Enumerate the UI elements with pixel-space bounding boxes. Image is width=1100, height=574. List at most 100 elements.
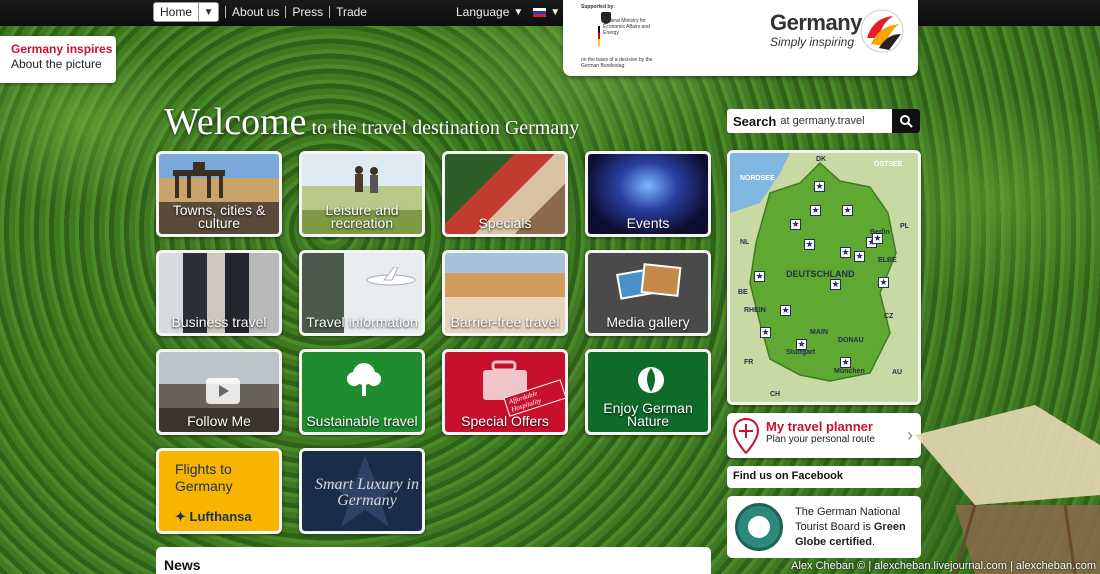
top-bar: Home ▼ About us Press Trade Language ▼ ▼ <box>0 0 1100 26</box>
map-star-icon[interactable]: ★ <box>840 357 851 368</box>
leaf-icon <box>638 367 664 393</box>
photo-stack-icon <box>616 263 682 300</box>
search-button[interactable] <box>892 109 920 133</box>
top-nav: Home ▼ About us Press Trade <box>153 2 373 22</box>
map-label: FR <box>744 359 754 366</box>
map-label: Stuttgart <box>786 349 816 356</box>
home-menu[interactable]: Home ▼ <box>153 2 220 22</box>
map-star-icon[interactable]: ★ <box>810 205 821 216</box>
map-label: AU <box>892 369 903 376</box>
map-label: München <box>834 368 865 375</box>
search-icon <box>900 115 913 128</box>
tile-sustainable-travel[interactable]: Sustainable travel <box>299 349 425 435</box>
smart-luxury-text: Smart Luxury in Germany <box>315 476 419 509</box>
home-link[interactable]: Home <box>154 5 198 19</box>
tile-barrier-free-travel[interactable]: Barrier-free travel <box>442 250 568 336</box>
tile-towns-cities-culture[interactable]: Towns, cities & culture <box>156 151 282 237</box>
map-label: DK <box>816 156 827 163</box>
map-star-icon[interactable]: ★ <box>760 327 771 338</box>
map-star-icon[interactable]: ★ <box>814 181 825 192</box>
welcome-big-text: Welcome <box>164 101 307 143</box>
lufthansa-logo: ✦ Lufthansa <box>175 509 252 525</box>
chevron-down-icon: ▼ <box>513 6 524 18</box>
search-bar[interactable]: Search at germany.travel <box>727 109 920 133</box>
map-label: BE <box>738 289 748 296</box>
tile-label: Media gallery <box>606 314 690 330</box>
map-star-icon[interactable]: ★ <box>804 239 815 250</box>
tile-label: Specials <box>478 215 532 231</box>
map-star-icon[interactable]: ★ <box>830 279 841 290</box>
tile-special-offers[interactable]: Affordable Hospitality Special Offers <box>442 349 568 435</box>
tile-enjoy-german-nature[interactable]: Enjoy German Nature <box>585 349 711 435</box>
language-label: Language <box>456 5 510 19</box>
tile-label: Enjoy German Nature <box>603 400 693 429</box>
map-star-icon[interactable]: ★ <box>790 219 801 230</box>
flights-to-germany-text: Flights to Germany <box>175 461 233 494</box>
tile-label: Business travel <box>171 314 267 330</box>
germany-map[interactable]: DK OSTSEE NORDSEE NL PL DEUTSCHLAND ELBE… <box>727 150 921 405</box>
about-us-link[interactable]: About us <box>225 6 285 18</box>
map-star-icon[interactable]: ★ <box>840 247 851 258</box>
play-video-icon[interactable] <box>206 378 240 404</box>
travel-planner-subtitle: Plan your personal route <box>766 434 875 445</box>
find-us-on-facebook[interactable]: Find us on Facebook <box>727 466 921 488</box>
green-globe-certified-badge-icon <box>735 503 783 551</box>
tree-icon <box>347 363 381 396</box>
press-link[interactable]: Press <box>285 6 329 18</box>
supported-by-text: Supported by: <box>581 4 615 10</box>
tile-media-gallery[interactable]: Media gallery <box>585 250 711 336</box>
tile-label: Barrier-free travel <box>450 314 560 330</box>
tile-smart-luxury[interactable]: Smart Luxury in Germany <box>299 448 425 534</box>
lufthansa-text: Lufthansa <box>189 509 252 524</box>
about-the-picture-link[interactable]: About the picture <box>11 57 116 71</box>
green-globe-panel[interactable]: The German National Tourist Board is Gre… <box>727 496 921 558</box>
map-star-icon[interactable]: ★ <box>854 251 865 262</box>
map-star-icon[interactable]: ★ <box>842 205 853 216</box>
map-label: NL <box>740 239 750 246</box>
welcome-small-text: to the travel destination Germany <box>306 117 580 139</box>
map-star-icon[interactable]: ★ <box>872 233 883 244</box>
supporter-panel: Supported by: Federal Ministry for Econo… <box>563 0 918 76</box>
tile-label: Towns, cities & culture <box>172 202 266 231</box>
bundestag-decision-text: on the basis of a decision by the German… <box>581 57 653 69</box>
green-globe-text: The German National Tourist Board is Gre… <box>795 505 917 550</box>
tile-follow-me[interactable]: Follow Me <box>156 349 282 435</box>
green-globe-text-post: . <box>872 536 876 548</box>
airplane-icon <box>366 267 416 286</box>
map-label: DEUTSCHLAND <box>786 269 855 279</box>
tile-flights-lufthansa[interactable]: Flights to Germany ✦ Lufthansa <box>156 448 282 534</box>
germany-brand-title[interactable]: Germany <box>770 10 862 36</box>
map-star-icon[interactable]: ★ <box>878 277 889 288</box>
german-flag-stripe <box>598 26 600 46</box>
map-label: OSTSEE <box>874 161 903 168</box>
chevron-down-icon[interactable]: ▼ <box>198 3 218 21</box>
tile-business-travel[interactable]: Business travel <box>156 250 282 336</box>
russian-flag-icon <box>533 7 547 17</box>
map-label: MAIN <box>810 329 828 336</box>
map-star-icon[interactable]: ★ <box>780 305 791 316</box>
germany-inspires-tag[interactable]: Germany inspires About the picture <box>0 36 116 83</box>
welcome-heading: Welcome to the travel destination German… <box>164 100 579 144</box>
trade-link[interactable]: Trade <box>329 6 373 18</box>
chevron-right-icon: › <box>907 425 913 445</box>
map-star-icon[interactable]: ★ <box>754 271 765 282</box>
tile-label: Follow Me <box>187 413 251 429</box>
germany-brand-subtitle: Simply inspiring <box>770 35 855 49</box>
search-label: Search <box>733 113 777 129</box>
travel-planner-title: My travel planner <box>766 419 873 434</box>
photo-credit: Alex Cheban © | alexcheban.livejournal.c… <box>791 560 1096 572</box>
tile-events[interactable]: Events <box>585 151 711 237</box>
ministry-text: Federal Ministry for Economic Affairs an… <box>603 18 650 36</box>
map-star-icon[interactable]: ★ <box>796 339 807 350</box>
chevron-down-icon: ▼ <box>550 6 561 18</box>
map-label: CZ <box>884 313 894 320</box>
travel-planner-button[interactable]: My travel planner Plan your personal rou… <box>727 413 921 458</box>
tile-label: Sustainable travel <box>306 413 418 429</box>
hikers-icon <box>355 166 378 193</box>
germany-swirl-logo-icon[interactable] <box>859 8 905 54</box>
language-selector[interactable]: Language ▼ ▼ <box>456 5 560 19</box>
tile-travel-information[interactable]: Travel information <box>299 250 425 336</box>
tile-specials[interactable]: Specials <box>442 151 568 237</box>
tile-leisure-recreation[interactable]: Leisure and recreation <box>299 151 425 237</box>
map-label: RHEIN <box>744 307 766 314</box>
